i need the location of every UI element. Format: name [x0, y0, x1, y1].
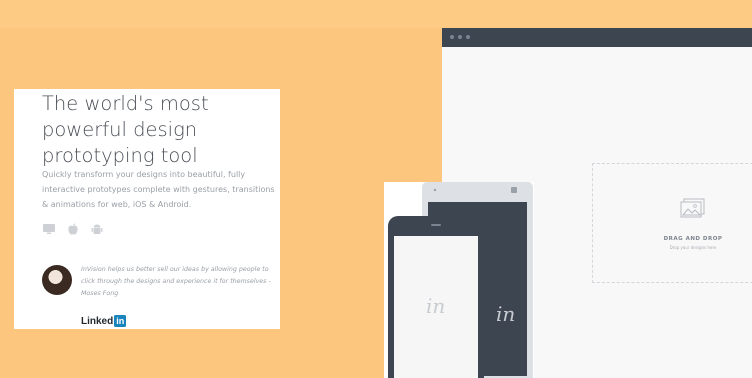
- drag-and-drop-zone[interactable]: DRAG AND DROP Drop your designs here: [592, 163, 752, 283]
- phone-screen: in: [394, 236, 478, 378]
- hero-headline: The world's most powerful design prototy…: [42, 92, 209, 167]
- top-strip: [0, 0, 752, 28]
- hero-description: Quickly transform your designs into beau…: [42, 170, 275, 209]
- close-dot-icon[interactable]: [450, 35, 454, 39]
- window-controls: [450, 35, 470, 39]
- phone-speaker: [431, 224, 441, 226]
- tablet-top-bar: [433, 187, 517, 193]
- linkedin-wordmark: Linked: [81, 315, 114, 327]
- minimize-dot-icon[interactable]: [458, 35, 462, 39]
- maximize-dot-icon[interactable]: [466, 35, 470, 39]
- phone-device: in: [388, 216, 484, 378]
- hero-card: The world's most powerful design prototy…: [14, 89, 280, 329]
- monitor-icon: [43, 224, 55, 234]
- apple-icon: [68, 223, 78, 235]
- drag-and-drop-label: DRAG AND DROP: [663, 236, 723, 242]
- platform-icons: [42, 221, 104, 237]
- tablet-invision-logo: in: [496, 302, 516, 326]
- drag-and-drop-sublabel: Drop your designs here: [669, 245, 717, 250]
- linkedin-box: in: [114, 315, 127, 327]
- phone-invision-logo: in: [426, 294, 446, 318]
- image-upload-icon: [680, 198, 705, 218]
- testimonial-quote: InVision helps us better sell our ideas …: [81, 266, 271, 297]
- devices-illustration: in in: [384, 182, 534, 378]
- android-icon: [91, 224, 103, 234]
- browser-titlebar: [442, 28, 752, 47]
- linkedin-logo: Linked in: [81, 314, 127, 328]
- testimonial-avatar: [42, 265, 72, 295]
